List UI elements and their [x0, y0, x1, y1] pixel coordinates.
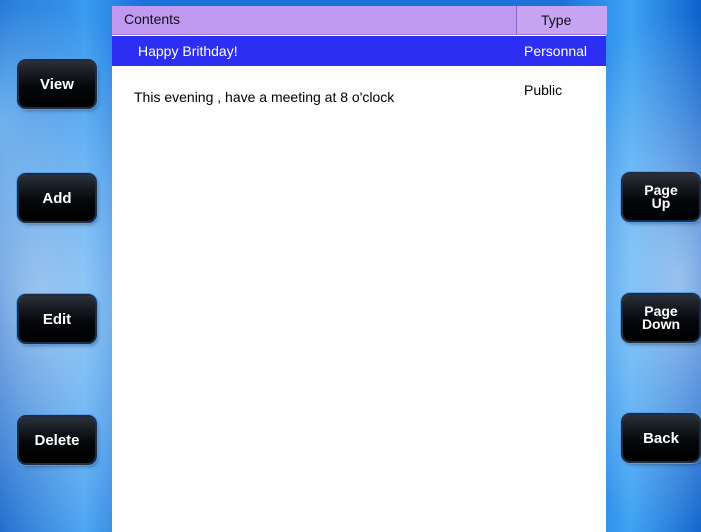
- view-button[interactable]: View: [19, 61, 95, 107]
- page-down-button[interactable]: Page Down: [623, 295, 699, 341]
- page-up-button[interactable]: Page Up: [623, 174, 699, 220]
- table-row[interactable]: Happy Brithday! Personnal: [112, 36, 606, 66]
- table-row[interactable]: This evening , have a meeting at 8 o'clo…: [112, 82, 606, 112]
- add-button-label: Add: [42, 189, 72, 207]
- row-contents: Happy Brithday!: [138, 43, 238, 59]
- page-up-button-label: Page Up: [644, 182, 678, 211]
- table-header: Contents Type: [112, 6, 607, 35]
- add-button[interactable]: Add: [19, 175, 95, 221]
- back-button[interactable]: Back: [623, 415, 699, 461]
- edit-button[interactable]: Edit: [19, 296, 95, 342]
- row-type: Public: [524, 82, 563, 98]
- row-contents: This evening , have a meeting at 8 o'clo…: [134, 89, 395, 105]
- header-type: Type: [541, 12, 572, 28]
- delete-button-label: Delete: [34, 431, 80, 449]
- back-button-label: Back: [643, 429, 679, 447]
- message-list-panel: Contents Type Happy Brithday! Personnal …: [112, 6, 607, 532]
- delete-button[interactable]: Delete: [19, 417, 95, 463]
- page-down-button-label: Page Down: [641, 303, 681, 332]
- edit-button-label: Edit: [42, 310, 72, 328]
- header-contents: Contents: [124, 11, 181, 27]
- row-type: Personnal: [524, 43, 588, 59]
- header-type-cell: Type: [516, 6, 607, 34]
- view-button-label: View: [40, 75, 74, 93]
